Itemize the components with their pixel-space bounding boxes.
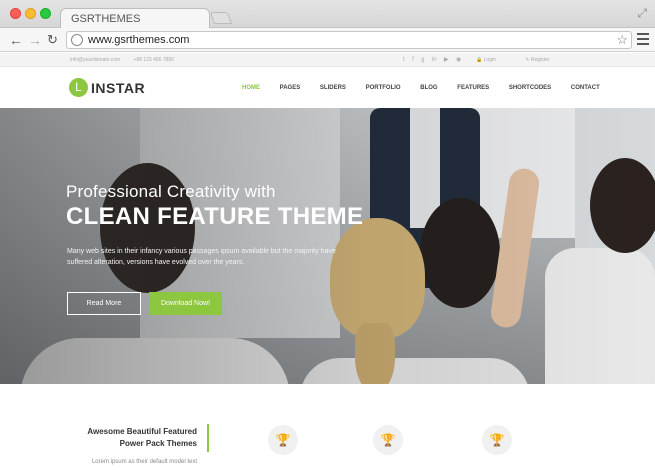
browser-menu-icon[interactable]: [637, 33, 649, 48]
features-accent-line: [207, 424, 209, 452]
linkedin-icon[interactable]: in: [432, 57, 437, 63]
maximize-window-button[interactable]: [40, 8, 51, 19]
site-header: L INSTAR HOME PAGES SLIDERS PORTFOLIO BL…: [0, 68, 655, 108]
hero-description: Many web sites in their infancy various …: [67, 248, 336, 266]
features-heading: Awesome Beautiful Featured Power Pack Th…: [60, 426, 197, 450]
nav-item-contact[interactable]: CONTACT: [571, 85, 600, 91]
register-link[interactable]: ✎ Register: [525, 57, 563, 63]
hero-banner: Professional Creativity with CLEAN FEATU…: [0, 108, 655, 384]
browser-toolbar: ← → ↻ www.gsrthemes.com ☆: [0, 28, 655, 52]
nav-item-pages[interactable]: PAGES: [280, 85, 301, 91]
read-more-button[interactable]: Read More: [67, 292, 141, 315]
minimize-window-button[interactable]: [25, 8, 36, 19]
features-heading-line1: Awesome Beautiful Featured: [87, 427, 197, 436]
nav-item-shortcodes[interactable]: SHORTCODES: [509, 85, 551, 91]
top-info-bar: info@yourdomain.com +88 123 456 7890 t f…: [0, 53, 655, 67]
browser-titlebar: GSRTHEMES ⤢: [0, 0, 655, 29]
trophy-icon: 🏆: [373, 425, 403, 455]
hero-title: CLEAN FEATURE THEME: [66, 203, 364, 230]
nav-item-portfolio[interactable]: PORTFOLIO: [366, 85, 401, 91]
phone-text: +88 123 456 7890: [133, 57, 174, 63]
back-arrow-icon[interactable]: ←: [9, 32, 23, 48]
url-text: www.gsrthemes.com: [88, 34, 190, 46]
hero-subtitle: Professional Creativity with: [66, 182, 276, 201]
email-text[interactable]: info@yourdomain.com: [70, 57, 120, 63]
logo-icon[interactable]: L: [69, 78, 88, 97]
bookmark-star-icon[interactable]: ☆: [616, 32, 628, 48]
new-tab-button[interactable]: [209, 12, 233, 24]
features-subtitle: Lorem ipsum as their default model text: [91, 459, 197, 465]
globe-icon: [71, 34, 83, 46]
nav-item-features[interactable]: FEATURES: [457, 85, 489, 91]
nav-item-home[interactable]: HOME: [242, 85, 260, 91]
twitter-icon[interactable]: t: [403, 57, 405, 63]
tab-title: GSRTHEMES: [71, 13, 141, 25]
login-link[interactable]: 🔒 Login: [476, 57, 510, 63]
facebook-icon[interactable]: f: [412, 57, 414, 63]
download-now-button[interactable]: Download Now!: [149, 292, 222, 315]
browser-tab[interactable]: GSRTHEMES: [60, 8, 210, 29]
nav-item-blog[interactable]: BLOG: [420, 85, 437, 91]
rss-icon[interactable]: ◉: [456, 57, 461, 63]
social-links: t f g in ▶ ◉: [403, 56, 467, 63]
logo-text[interactable]: INSTAR: [91, 80, 145, 96]
close-window-button[interactable]: [10, 8, 21, 19]
forward-arrow-icon[interactable]: →: [28, 32, 42, 48]
address-bar[interactable]: www.gsrthemes.com ☆: [66, 31, 632, 49]
features-heading-line2: Power Pack Themes: [119, 439, 197, 448]
fullscreen-icon[interactable]: ⤢: [637, 6, 647, 21]
reload-icon[interactable]: ↻: [47, 32, 58, 48]
main-navigation: HOME PAGES SLIDERS PORTFOLIO BLOG FEATUR…: [242, 85, 618, 91]
youtube-icon[interactable]: ▶: [444, 57, 449, 63]
trophy-icon: 🏆: [268, 425, 298, 455]
nav-item-sliders[interactable]: SLIDERS: [320, 85, 346, 91]
trophy-icon: 🏆: [482, 425, 512, 455]
google-plus-icon[interactable]: g: [421, 57, 424, 63]
